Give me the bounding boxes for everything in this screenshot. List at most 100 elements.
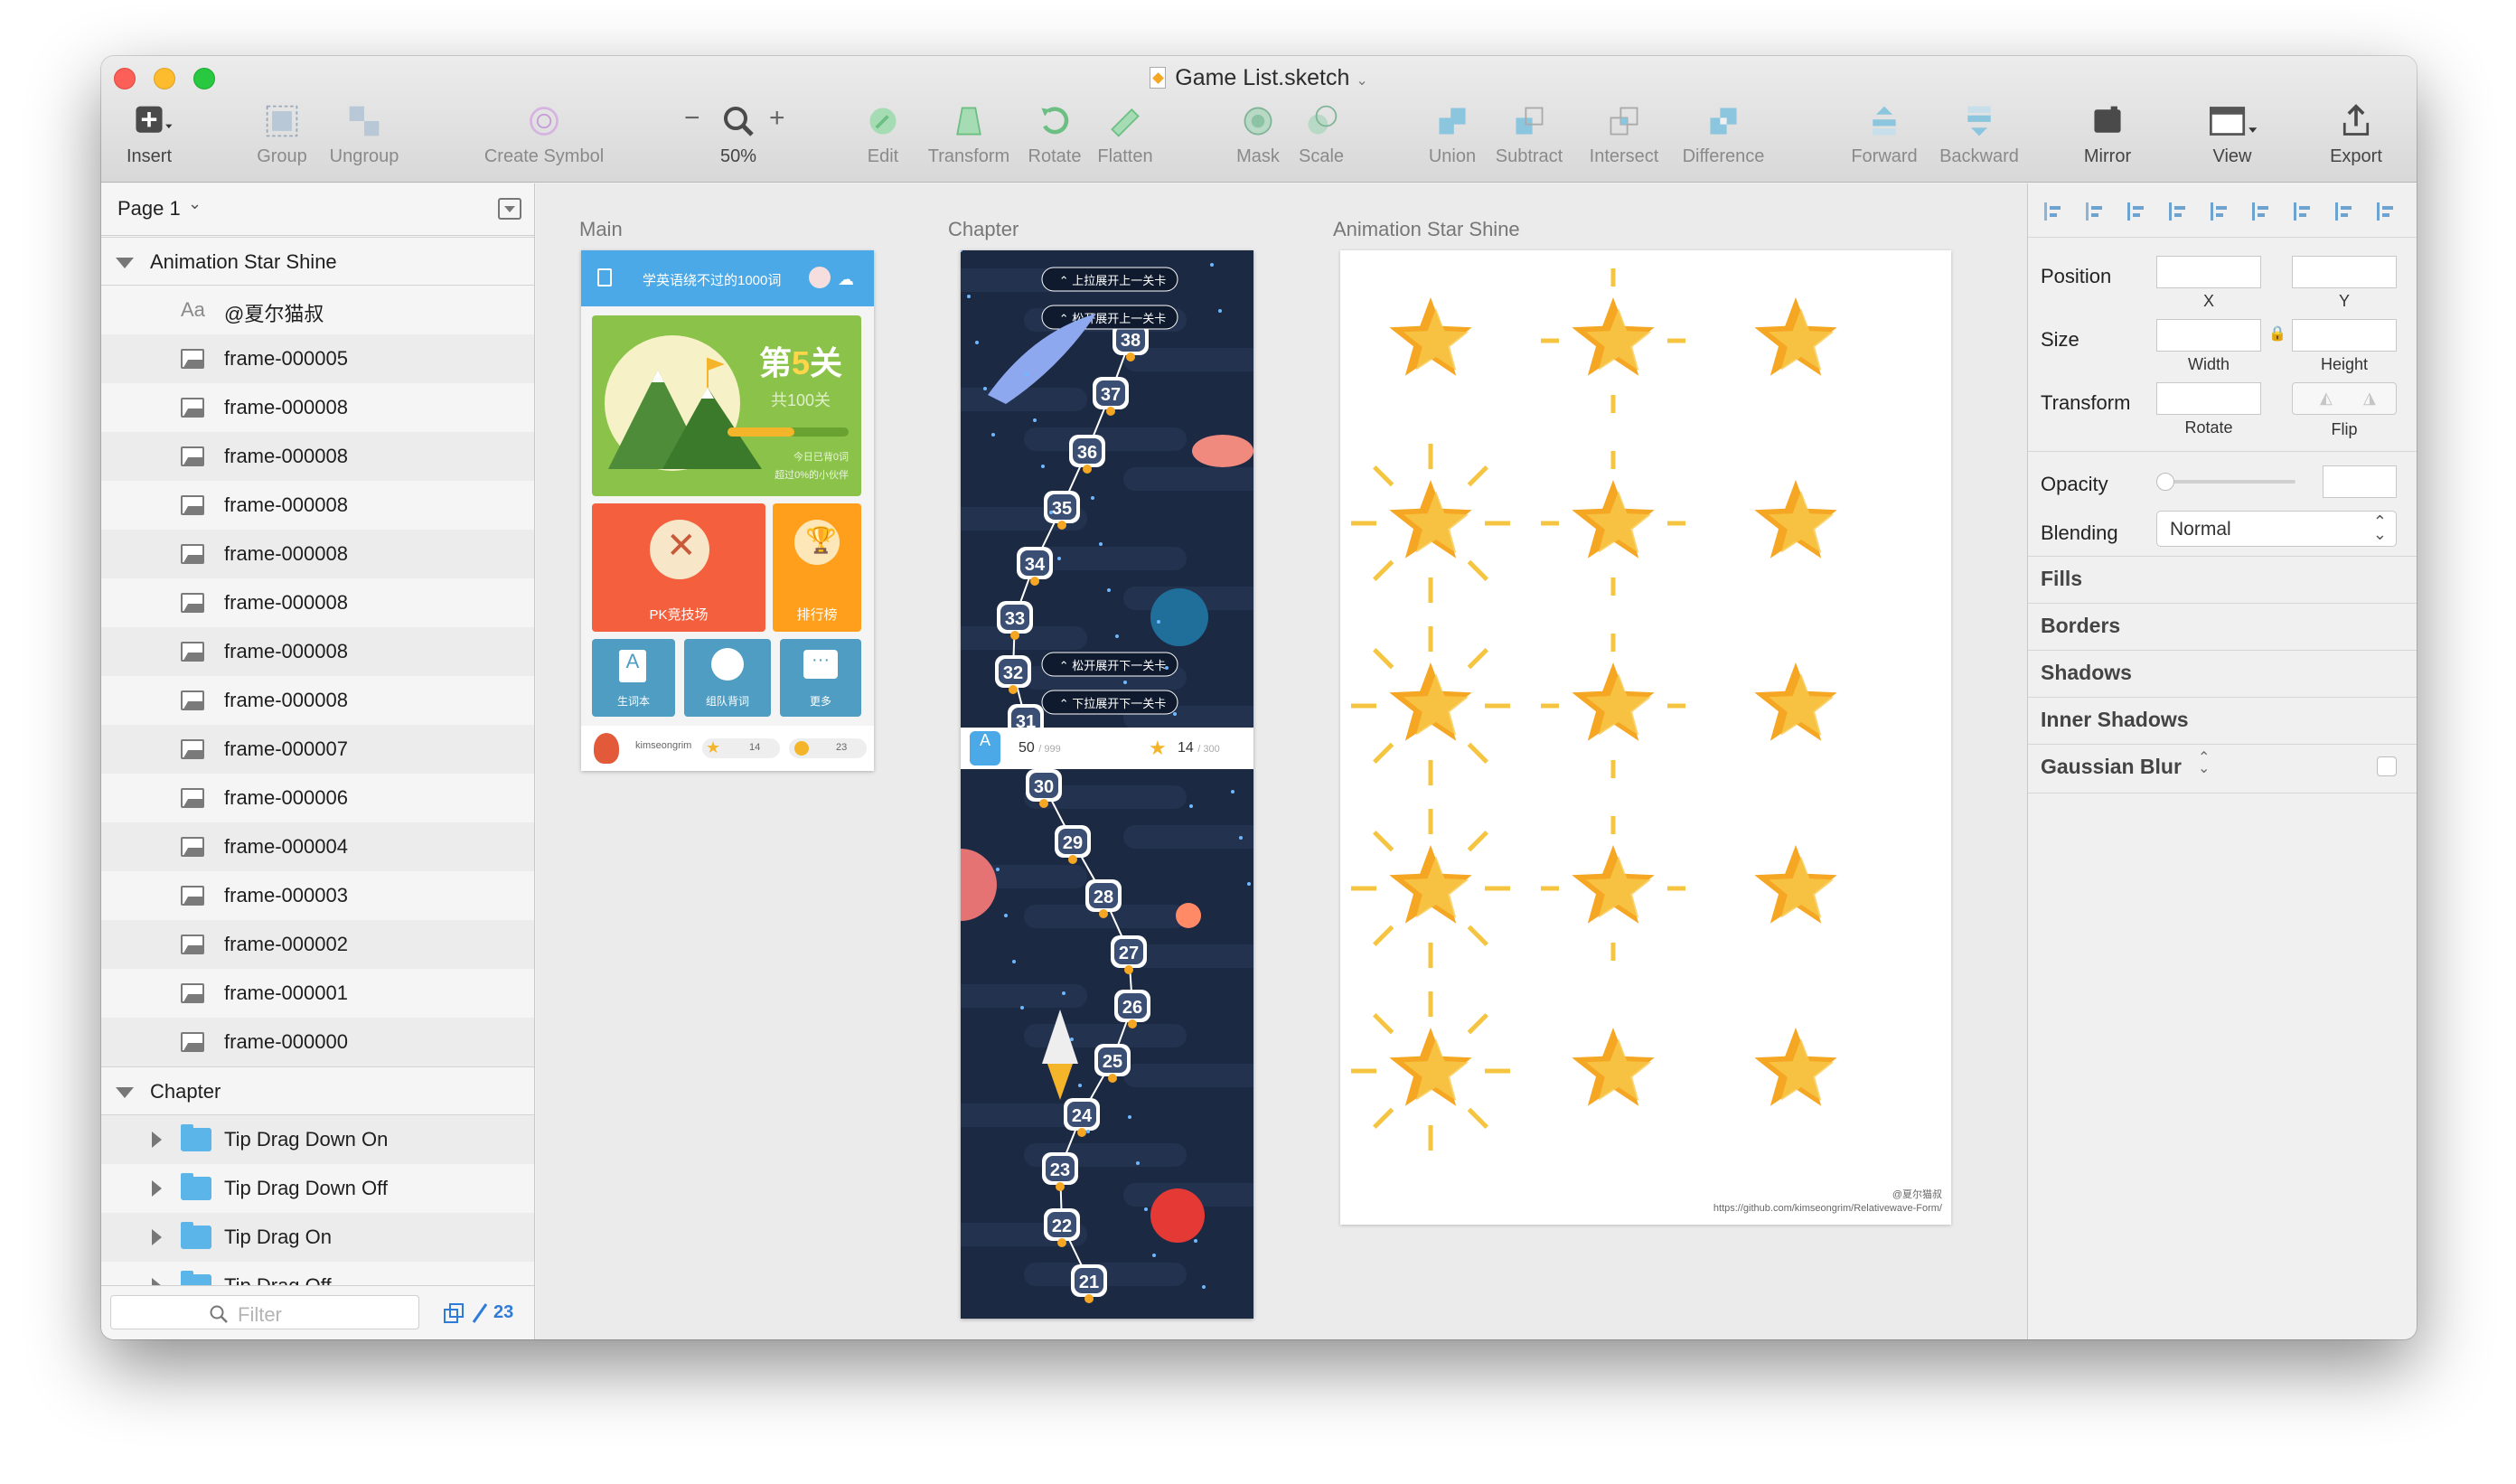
window-title[interactable]: Game List.sketch ⌄: [101, 65, 2417, 91]
team-tile[interactable]: 组队背词: [684, 639, 771, 717]
align-vcenter-icon[interactable]: [2332, 200, 2355, 223]
mask-button[interactable]: Mask: [1222, 103, 1294, 167]
canvas[interactable]: Main Chapter Animation Star Shine 学英语绕不过…: [536, 183, 2027, 1339]
width-input[interactable]: [2156, 319, 2261, 352]
zoom-out-icon[interactable]: −: [684, 103, 700, 134]
mirror-button[interactable]: Mirror: [2062, 103, 2153, 167]
difference-button[interactable]: Difference: [1665, 103, 1782, 167]
rotate-button[interactable]: Rotate: [1014, 103, 1095, 167]
layer-folder[interactable]: Tip Drag Down Off: [101, 1164, 534, 1213]
disclosure-collapsed-icon[interactable]: [152, 1180, 162, 1197]
layer-text[interactable]: Aa @夏尔猫叔: [101, 286, 534, 334]
vocab-tile[interactable]: A 生词本: [592, 639, 675, 717]
chapter-artboard[interactable]: 38 37 36 35 34 33 32 31 30 29 28 27 26 25 24 23 22 21 ⌃ 上拉…: [961, 250, 1253, 1319]
gaussian-blur-checkbox[interactable]: [2377, 756, 2397, 776]
insert-button[interactable]: Insert: [108, 103, 190, 167]
level-node-label: 24: [1072, 1106, 1093, 1126]
layer-image[interactable]: frame-000005: [101, 334, 534, 383]
main-artboard[interactable]: 学英语绕不过的1000词 ☁ 第5关 共100关 今日已背0词 超过0%的小伙伴…: [581, 250, 874, 771]
align-top-edge-icon[interactable]: [2165, 200, 2189, 223]
inner-shadows-section[interactable]: Inner Shadows: [2041, 708, 2189, 732]
union-button[interactable]: Union: [1412, 103, 1493, 167]
disclosure-expanded-icon[interactable]: [116, 258, 134, 268]
export-button[interactable]: Export: [2306, 103, 2406, 167]
layer-image[interactable]: frame-000008: [101, 530, 534, 578]
align-bottom-icon[interactable]: [2373, 200, 2397, 223]
align-middle-icon[interactable]: [2207, 200, 2230, 223]
disclosure-collapsed-icon[interactable]: [152, 1229, 162, 1245]
view-button[interactable]: View: [2187, 103, 2277, 167]
opacity-slider-thumb[interactable]: [2156, 473, 2174, 491]
artboard-label-shine[interactable]: Animation Star Shine: [1333, 218, 1520, 241]
user-avatar: [594, 733, 619, 764]
align-left-icon[interactable]: [2041, 200, 2064, 223]
pk-arena-card[interactable]: ✕ PK竞技场: [592, 503, 765, 632]
layer-image[interactable]: frame-000003: [101, 871, 534, 920]
shadows-section[interactable]: Shadows: [2041, 661, 2132, 685]
layer-image[interactable]: frame-000008: [101, 432, 534, 481]
opacity-input[interactable]: [2323, 465, 2397, 498]
align-top-icon[interactable]: [2290, 200, 2314, 223]
zoom-in-icon[interactable]: +: [769, 103, 785, 134]
fills-section[interactable]: Fills: [2041, 567, 2082, 591]
group-button[interactable]: Group: [237, 103, 327, 167]
collapse-pages-icon[interactable]: [498, 198, 521, 220]
layer-image[interactable]: frame-000002: [101, 920, 534, 969]
layer-image[interactable]: frame-000004: [101, 822, 534, 871]
layer-group-animation-star-shine[interactable]: Animation Star Shine: [101, 237, 534, 286]
flip-buttons[interactable]: ◭ ◮: [2292, 382, 2397, 415]
layer-image[interactable]: frame-000001: [101, 969, 534, 1018]
layer-image[interactable]: frame-000000: [101, 1018, 534, 1066]
layer-image[interactable]: frame-000007: [101, 725, 534, 774]
level-card[interactable]: 第5关 共100关 今日已背0词 超过0%的小伙伴: [592, 315, 861, 496]
edit-button[interactable]: Edit: [842, 103, 924, 167]
layer-image[interactable]: frame-000008: [101, 627, 534, 676]
ungroup-label: Ungroup: [329, 146, 399, 166]
align-bottom-edge-icon[interactable]: [2248, 200, 2272, 223]
star-shine-artboard[interactable]: @夏尔猫叔 https://github.com/kimseongrim/Rel…: [1340, 250, 1951, 1225]
create-symbol-button[interactable]: Create Symbol: [458, 103, 630, 167]
height-input[interactable]: [2292, 319, 2397, 352]
borders-section[interactable]: Borders: [2041, 614, 2120, 638]
layer-group-chapter[interactable]: Chapter: [101, 1066, 534, 1115]
zoom-control[interactable]: − + 50%: [662, 103, 815, 167]
scale-button[interactable]: Scale: [1285, 103, 1357, 167]
position-y-input[interactable]: [2292, 256, 2397, 288]
layer-folder[interactable]: Tip Drag Down On: [101, 1115, 534, 1164]
disclosure-collapsed-icon[interactable]: [152, 1132, 162, 1148]
symbols-filter-icon[interactable]: [443, 1302, 466, 1326]
updown-chevron-icon[interactable]: ⌃ ⌄: [2198, 751, 2210, 776]
layer-image[interactable]: frame-000008: [101, 676, 534, 725]
forward-button[interactable]: Forward: [1835, 103, 1934, 167]
opacity-slider[interactable]: [2156, 473, 2295, 491]
layer-image[interactable]: frame-000008: [101, 578, 534, 627]
shine-ray: [1373, 648, 1394, 670]
artboard-label-main[interactable]: Main: [579, 218, 623, 241]
layer-image[interactable]: frame-000008: [101, 481, 534, 530]
transform-button[interactable]: Transform: [915, 103, 1023, 167]
more-tile[interactable]: ··· 更多: [780, 639, 861, 717]
rotate-input[interactable]: [2156, 382, 2261, 415]
position-x-input[interactable]: [2156, 256, 2261, 288]
disclosure-expanded-icon[interactable]: [116, 1087, 134, 1098]
layer-image[interactable]: frame-000006: [101, 774, 534, 822]
gaussian-blur-section[interactable]: Gaussian Blur: [2041, 755, 2182, 779]
blending-select[interactable]: Normal ⌃ ⌄: [2156, 511, 2397, 547]
rank-card[interactable]: 🏆 排行榜: [773, 503, 861, 632]
flip-vertical-icon[interactable]: ◮: [2363, 389, 2376, 408]
filter-input[interactable]: Filter: [110, 1295, 419, 1329]
layer-folder[interactable]: Tip Drag On: [101, 1213, 534, 1262]
slices-filter-icon[interactable]: [470, 1301, 490, 1326]
align-center-icon[interactable]: [2082, 200, 2106, 223]
page-selector[interactable]: Page 1 ⌄: [101, 183, 534, 236]
ungroup-button[interactable]: Ungroup: [314, 103, 414, 167]
layer-image[interactable]: frame-000008: [101, 383, 534, 432]
flip-horizontal-icon[interactable]: ◭: [2320, 389, 2333, 408]
flatten-button[interactable]: Flatten: [1084, 103, 1166, 167]
subtract-button[interactable]: Subtract: [1484, 103, 1574, 167]
lock-icon[interactable]: 🔒: [2268, 324, 2286, 343]
intersect-button[interactable]: Intersect: [1574, 103, 1674, 167]
distribute-h-icon[interactable]: [2124, 200, 2147, 223]
backward-button[interactable]: Backward: [1925, 103, 2033, 167]
artboard-label-chapter[interactable]: Chapter: [948, 218, 1019, 241]
